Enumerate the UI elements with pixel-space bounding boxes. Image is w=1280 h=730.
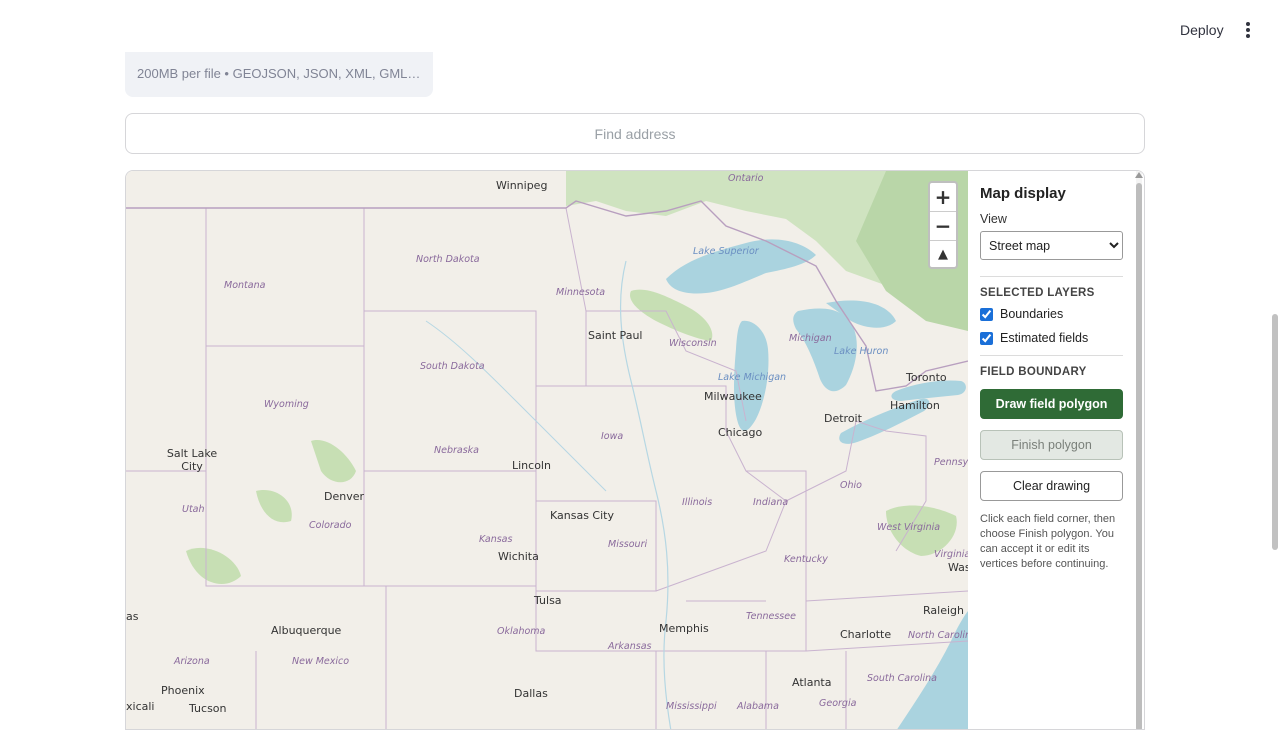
deploy-button[interactable]: Deploy (1170, 18, 1234, 42)
state-label: New Mexico (292, 656, 350, 667)
state-label: Michigan (789, 333, 832, 344)
scroll-up-icon[interactable] (1135, 172, 1143, 178)
map-canvas[interactable]: Winnipeg Saint Paul Milwaukee Chicago De… (126, 171, 968, 729)
layer-label: Boundaries (1000, 307, 1064, 321)
city-label: Atlanta (792, 676, 832, 689)
state-label: West Virginia (877, 522, 941, 533)
city-label: Salt Lake City (166, 447, 218, 473)
state-label: North Dakota (416, 254, 480, 265)
reset-bearing-icon[interactable]: ▲ (930, 241, 956, 269)
divider (980, 276, 1123, 277)
state-label: Ohio (840, 480, 862, 491)
state-label: Oklahoma (497, 626, 546, 637)
water-label: Lake Superior (693, 246, 759, 257)
state-label: Virginia (934, 549, 968, 560)
panel-scrollbar-thumb[interactable] (1136, 183, 1142, 729)
state-label: Iowa (601, 431, 624, 442)
city-label: Kansas City (550, 509, 614, 522)
layers-heading: SELECTED LAYERS (980, 287, 1095, 299)
city-label: Saint Paul (588, 329, 643, 342)
divider (980, 355, 1123, 356)
map-display-panel: Map display View Street map SELECTED LAY… (968, 171, 1144, 729)
city-label: Tulsa (534, 594, 562, 607)
state-label: Wyoming (264, 399, 309, 410)
estimated-fields-checkbox[interactable] (980, 331, 993, 345)
state-label: Mississippi (666, 701, 717, 712)
boundary-heading: FIELD BOUNDARY (980, 366, 1087, 378)
zoom-in-button[interactable]: + (930, 183, 956, 212)
map-component: Winnipeg Saint Paul Milwaukee Chicago De… (125, 170, 1145, 730)
water-label: Lake Michigan (718, 372, 787, 383)
state-label: Illinois (682, 497, 713, 508)
city-label: Hamilton (890, 399, 940, 412)
city-label: as (126, 610, 139, 623)
state-label: Indiana (753, 497, 789, 508)
state-label: Minnesota (556, 287, 606, 298)
draw-polygon-button[interactable]: Draw field polygon (980, 389, 1123, 419)
city-label: Memphis (659, 622, 709, 635)
map-basemap (126, 171, 968, 729)
zoom-out-button[interactable]: − (930, 212, 956, 241)
state-label: Ontario (728, 173, 764, 184)
city-label: Milwaukee (704, 390, 762, 403)
map-zoom-controls: + − ▲ (928, 181, 958, 269)
file-uploader-limits: 200MB per file • GEOJSON, JSON, XML, GML… (125, 52, 433, 97)
city-label: Winnipeg (496, 179, 548, 192)
finish-polygon-button[interactable]: Finish polygon (980, 430, 1123, 460)
state-label: Arkansas (608, 641, 652, 652)
page-scrollbar[interactable] (1272, 314, 1278, 550)
city-label: Chicago (718, 426, 763, 439)
view-label: View (980, 212, 1007, 226)
view-select[interactable]: Street map (980, 231, 1123, 260)
state-label: Tennessee (746, 611, 796, 622)
state-label: Kentucky (784, 554, 828, 565)
find-address-input[interactable] (125, 113, 1145, 154)
state-label: South Carolina (867, 673, 937, 684)
city-label: Charlotte (840, 628, 892, 641)
panel-title: Map display (980, 185, 1066, 202)
city-label: Albuquerque (271, 624, 342, 637)
state-label: Nebraska (434, 445, 479, 456)
city-label: Dallas (514, 687, 548, 700)
city-label: Toronto (906, 371, 947, 384)
help-text: Click each field corner, then choose Fin… (980, 513, 1116, 570)
city-label: Phoenix (161, 684, 205, 697)
state-label: Alabama (737, 701, 779, 712)
city-label: Tucson (189, 702, 227, 715)
state-label: Georgia (819, 698, 857, 709)
state-label: Colorado (309, 520, 352, 531)
state-label: Utah (182, 504, 205, 515)
city-label: Lincoln (512, 459, 551, 472)
boundaries-checkbox[interactable] (980, 307, 993, 321)
city-label: Detroit (824, 412, 862, 425)
layer-boundaries[interactable]: Boundaries (980, 307, 1132, 321)
city-label: Raleigh (923, 604, 964, 617)
state-label: North Carolin (908, 630, 968, 641)
state-label: South Dakota (420, 361, 485, 372)
layer-estimated-fields[interactable]: Estimated fields (980, 331, 1132, 345)
city-label: Wichita (498, 550, 539, 563)
kebab-menu-icon[interactable] (1237, 18, 1259, 42)
state-label: Wisconsin (669, 338, 717, 349)
state-label: Kansas (479, 534, 513, 545)
city-label: xicali (126, 700, 155, 713)
city-label: Was (948, 561, 968, 574)
state-label: Pennsy (934, 457, 968, 468)
city-label: Denver (324, 490, 365, 503)
water-label: Lake Huron (834, 346, 889, 357)
state-label: Arizona (174, 656, 210, 667)
state-label: Montana (224, 280, 266, 291)
layer-label: Estimated fields (1000, 331, 1089, 345)
clear-drawing-button[interactable]: Clear drawing (980, 471, 1123, 501)
state-label: Missouri (608, 539, 648, 550)
